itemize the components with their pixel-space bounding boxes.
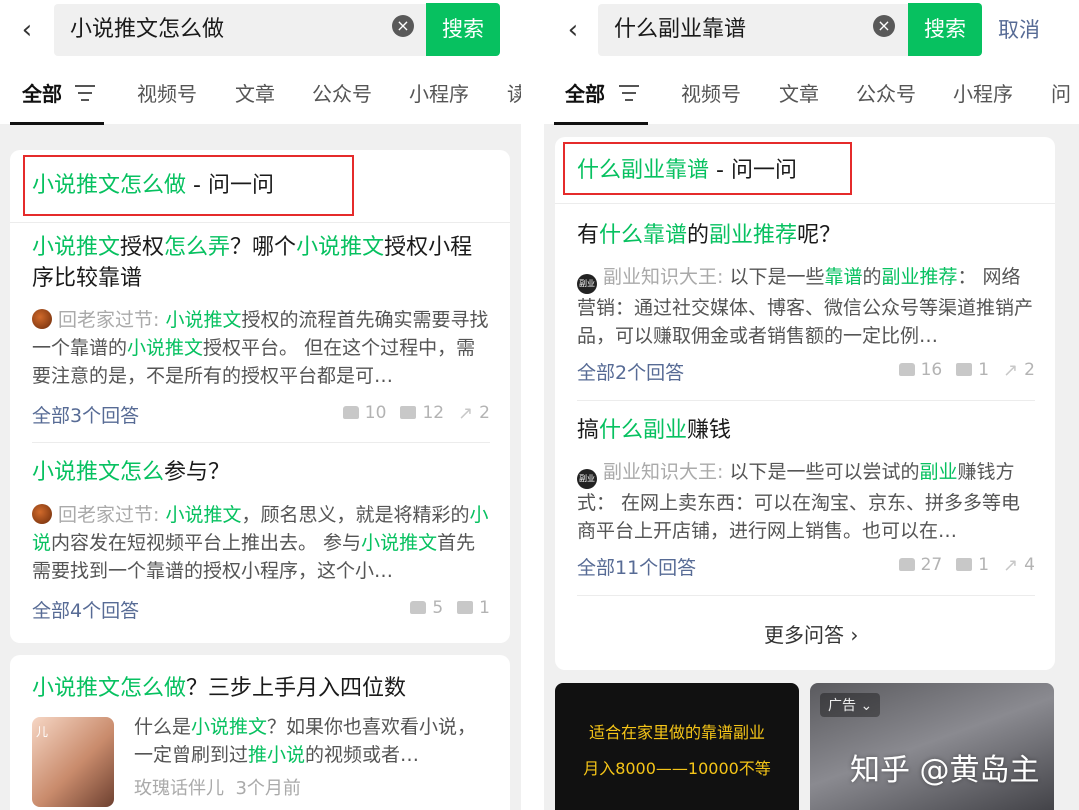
author-avatar	[32, 309, 52, 329]
all-answers-link[interactable]: 全部2个回答	[577, 358, 684, 385]
answer-snippet[interactable]: 副业 副业知识大王: 以下是一些靠谱的副业推荐： 网络营销：通过社交媒体、博客、微…	[577, 263, 1035, 350]
right-screen: ‹ 什么副业靠谱 × 搜索 取消 全部 视频号 文章 公众号 小程序 问 什么副…	[544, 0, 1079, 810]
question-title[interactable]: 小说推文怎么参与？	[32, 457, 230, 488]
search-header: ‹ 什么副业靠谱 × 搜索 取消	[544, 0, 1079, 62]
tab-official-accounts[interactable]: 公众号	[856, 78, 916, 107]
left-screen: ‹ 小说推文怎么做 × 搜索 全部 视频号 文章 公众号 小程序 读 小说推文怎…	[0, 0, 521, 810]
answer-snippet[interactable]: 副业 副业知识大王: 以下是一些可以尝试的副业赚钱方式： 在网上卖东西：可以在淘宝…	[577, 458, 1035, 545]
author-avatar	[32, 504, 52, 524]
share-icon[interactable]: ↗	[458, 403, 473, 424]
divider	[32, 442, 490, 443]
comment-icon[interactable]	[400, 406, 417, 419]
filter-tabs: 全部 视频号 文章 公众号 小程序 问	[544, 62, 1079, 125]
comment-icon[interactable]	[956, 363, 973, 376]
all-answers-link[interactable]: 全部3个回答	[32, 401, 139, 428]
question-stats: 10 12 ↗ 2	[329, 403, 490, 424]
all-answers-link[interactable]: 全部11个回答	[577, 553, 696, 580]
chevron-right-icon: ›	[850, 623, 859, 647]
ask-card: 什么副业靠谱 - 问一问 有什么靠谱的副业推荐呢？ 副业 副业知识大王: 以下是一…	[555, 137, 1055, 670]
ad-badge[interactable]: 广告 ⌄	[820, 693, 881, 717]
cancel-button[interactable]: 取消	[998, 14, 1040, 44]
clear-icon[interactable]: ×	[392, 15, 414, 37]
like-icon[interactable]	[898, 363, 915, 376]
tab-articles[interactable]: 文章	[779, 78, 819, 107]
question-title[interactable]: 小说推文授权怎么弄？哪个小说推文授权小程序比较靠谱	[32, 232, 494, 294]
tab-all[interactable]: 全部	[22, 78, 62, 107]
search-button[interactable]: 搜索	[908, 3, 982, 56]
tab-channels[interactable]: 视频号	[137, 78, 197, 107]
video-caption: 月入8000——10000不等	[583, 759, 771, 778]
article-description: 什么是小说推文？如果你也喜欢看小说，一定曾刷到过推小说的视频或者…	[134, 716, 477, 766]
like-icon[interactable]	[898, 558, 915, 571]
tab-more[interactable]: 读	[507, 78, 521, 107]
question-stats: 51	[396, 598, 490, 618]
chevron-down-icon: ⌄	[860, 698, 873, 714]
ask-card: 小说推文怎么做 - 问一问 小说推文授权怎么弄？哪个小说推文授权小程序比较靠谱 …	[10, 150, 510, 643]
tab-mini-programs[interactable]: 小程序	[953, 78, 1013, 107]
divider	[555, 203, 1055, 204]
back-icon[interactable]: ‹	[558, 14, 588, 46]
video-card[interactable]: 适合在家里做的靠谱副业 月入8000——10000不等	[555, 683, 799, 810]
article-meta: 玫瑰话伴儿 3个月前	[134, 778, 301, 799]
question-stats: 16 1 ↗ 2	[885, 360, 1035, 381]
answer-snippet[interactable]: 回老家过节: 小说推文，顾名思义，就是将精彩的小说内容发在短视频平台上推出去。 …	[32, 501, 490, 585]
share-icon[interactable]: ↗	[1003, 360, 1018, 381]
divider	[577, 595, 1035, 596]
article-card[interactable]: 小说推文怎么做？三步上手月入四位数 儿 什么是小说推文？如果你也喜欢看小说，一定…	[10, 655, 510, 810]
ask-card-title[interactable]: 什么副业靠谱 - 问一问	[577, 155, 797, 186]
share-icon[interactable]: ↗	[1003, 555, 1018, 576]
active-tab-indicator	[554, 122, 648, 125]
search-query: 小说推文怎么做	[70, 17, 225, 42]
question-title[interactable]: 有什么靠谱的副业推荐呢？	[577, 220, 841, 251]
question-stats: 27 1 ↗ 4	[885, 555, 1035, 576]
tab-articles[interactable]: 文章	[235, 78, 275, 107]
divider	[10, 222, 510, 223]
clear-icon[interactable]: ×	[873, 15, 895, 37]
tab-more[interactable]: 问	[1051, 78, 1071, 107]
search-query: 什么副业靠谱	[614, 17, 747, 42]
article-thumbnail: 儿	[32, 717, 114, 807]
author-avatar: 副业	[577, 274, 597, 294]
search-header: ‹ 小说推文怎么做 × 搜索	[0, 0, 521, 62]
search-input[interactable]: 小说推文怎么做	[54, 4, 426, 56]
more-qa-link[interactable]: 更多问答 ›	[764, 619, 858, 648]
like-icon[interactable]	[342, 406, 359, 419]
question-title[interactable]: 搞什么副业赚钱	[577, 415, 731, 446]
search-button[interactable]: 搜索	[426, 3, 500, 56]
filter-tabs: 全部 视频号 文章 公众号 小程序 读	[0, 62, 521, 125]
comment-icon[interactable]	[457, 601, 474, 614]
divider	[577, 400, 1035, 401]
filter-icon[interactable]	[619, 85, 639, 101]
like-icon[interactable]	[410, 601, 427, 614]
tab-official-accounts[interactable]: 公众号	[312, 78, 372, 107]
tab-all[interactable]: 全部	[565, 78, 605, 107]
filter-icon[interactable]	[75, 85, 95, 101]
tab-mini-programs[interactable]: 小程序	[409, 78, 469, 107]
video-caption: 适合在家里做的靠谱副业	[588, 723, 765, 742]
tab-channels[interactable]: 视频号	[681, 78, 741, 107]
answer-snippet[interactable]: 回老家过节: 小说推文授权的流程首先确实需要寻找一个靠谱的小说推文授权平台。 但…	[32, 306, 490, 390]
article-title[interactable]: 小说推文怎么做？三步上手月入四位数	[32, 673, 406, 704]
comment-icon[interactable]	[956, 558, 973, 571]
active-tab-indicator	[10, 122, 104, 125]
ask-card-title[interactable]: 小说推文怎么做 - 问一问	[32, 170, 274, 201]
author-avatar: 副业	[577, 469, 597, 489]
back-icon[interactable]: ‹	[12, 14, 42, 46]
all-answers-link[interactable]: 全部4个回答	[32, 596, 139, 623]
watermark: 知乎 @黄岛主	[850, 753, 1040, 788]
